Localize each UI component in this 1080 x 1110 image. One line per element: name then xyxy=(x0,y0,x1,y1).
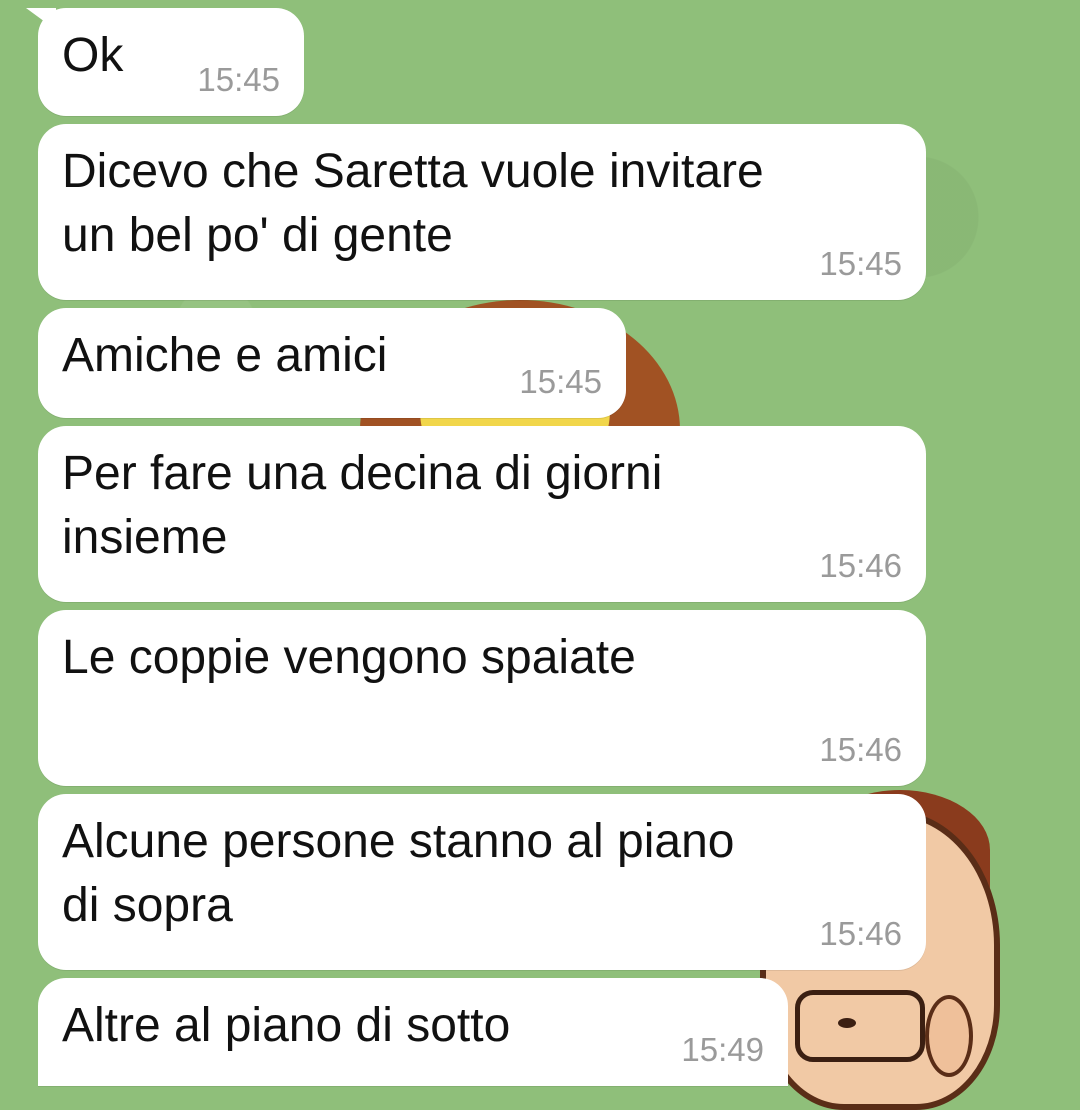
message-time: 15:49 xyxy=(681,1031,764,1068)
message-time: 15:46 xyxy=(819,915,902,952)
message-bubble-4[interactable]: Per fare una decina di giorni insieme 15… xyxy=(38,426,926,602)
message-bubble-5[interactable]: Le coppie vengono spaiate 15:46 xyxy=(38,610,926,786)
message-text: Ok xyxy=(62,29,124,82)
message-time: 15:45 xyxy=(197,61,280,98)
chat-thread[interactable]: Ok 15:45 Dicevo che Saretta vuole invita… xyxy=(0,0,1080,1086)
message-bubble-6[interactable]: Alcune persone stanno al piano di sopra … xyxy=(38,794,926,970)
message-text: Alcune persone stanno al piano di sopra xyxy=(62,815,735,932)
message-bubble-3[interactable]: Amiche e amici 15:45 xyxy=(38,308,626,418)
message-text: Amiche e amici xyxy=(62,329,388,382)
message-time: 15:46 xyxy=(819,731,902,768)
message-bubble-1[interactable]: Ok 15:45 xyxy=(26,8,304,116)
message-bubble-7[interactable]: Altre al piano di sotto 15:49 xyxy=(38,978,788,1086)
message-bubble-2[interactable]: Dicevo che Saretta vuole invitare un bel… xyxy=(38,124,926,300)
message-time: 15:45 xyxy=(519,363,602,400)
message-text: Per fare una decina di giorni insieme xyxy=(62,447,663,564)
message-text: Le coppie vengono spaiate xyxy=(62,631,636,684)
message-time: 15:46 xyxy=(819,547,902,584)
message-time: 15:45 xyxy=(819,245,902,282)
message-text: Dicevo che Saretta vuole invitare un bel… xyxy=(62,145,764,262)
message-text: Altre al piano di sotto xyxy=(62,999,511,1052)
message-tail xyxy=(26,8,56,30)
